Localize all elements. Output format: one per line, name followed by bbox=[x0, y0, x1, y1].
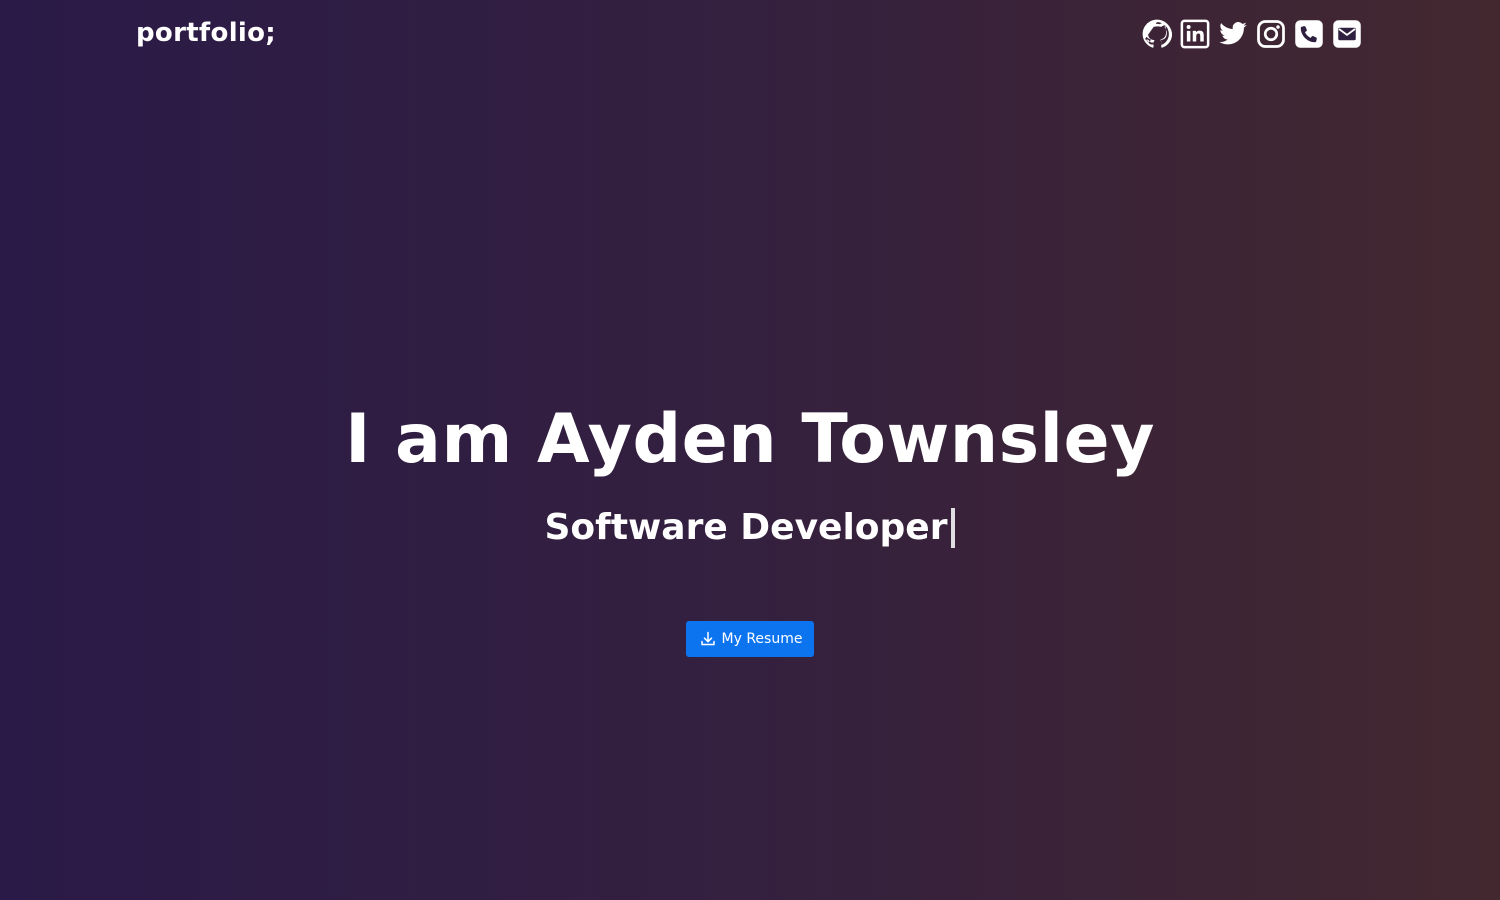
twitter-link[interactable] bbox=[1217, 18, 1249, 50]
resume-button[interactable]: My Resume bbox=[685, 621, 815, 657]
phone-link[interactable] bbox=[1293, 18, 1325, 50]
instagram-icon bbox=[1256, 19, 1286, 49]
typing-cursor bbox=[951, 508, 956, 548]
linkedin-icon bbox=[1180, 19, 1210, 49]
github-icon bbox=[1142, 19, 1172, 49]
hero-subtitle: Software Developer bbox=[545, 503, 956, 553]
social-links bbox=[1141, 18, 1363, 50]
instagram-link[interactable] bbox=[1255, 18, 1287, 50]
brand-logo[interactable]: portfolio; bbox=[136, 18, 276, 48]
github-link[interactable] bbox=[1141, 18, 1173, 50]
hero-headline: I am Ayden Townsley bbox=[345, 400, 1155, 479]
linkedin-link[interactable] bbox=[1179, 18, 1211, 50]
phone-icon bbox=[1294, 19, 1324, 49]
hero-section: I am Ayden Townsley Software Developer bbox=[0, 395, 1500, 553]
navbar: portfolio; bbox=[0, 0, 1500, 70]
email-icon bbox=[1332, 19, 1362, 49]
download-icon bbox=[700, 631, 716, 647]
role-text: Software Developer bbox=[544, 507, 948, 548]
resume-button-label: My Resume bbox=[721, 631, 803, 647]
resume-button-wrap: My Resume bbox=[0, 621, 1500, 657]
twitter-icon bbox=[1218, 19, 1248, 49]
email-link[interactable] bbox=[1331, 18, 1363, 50]
